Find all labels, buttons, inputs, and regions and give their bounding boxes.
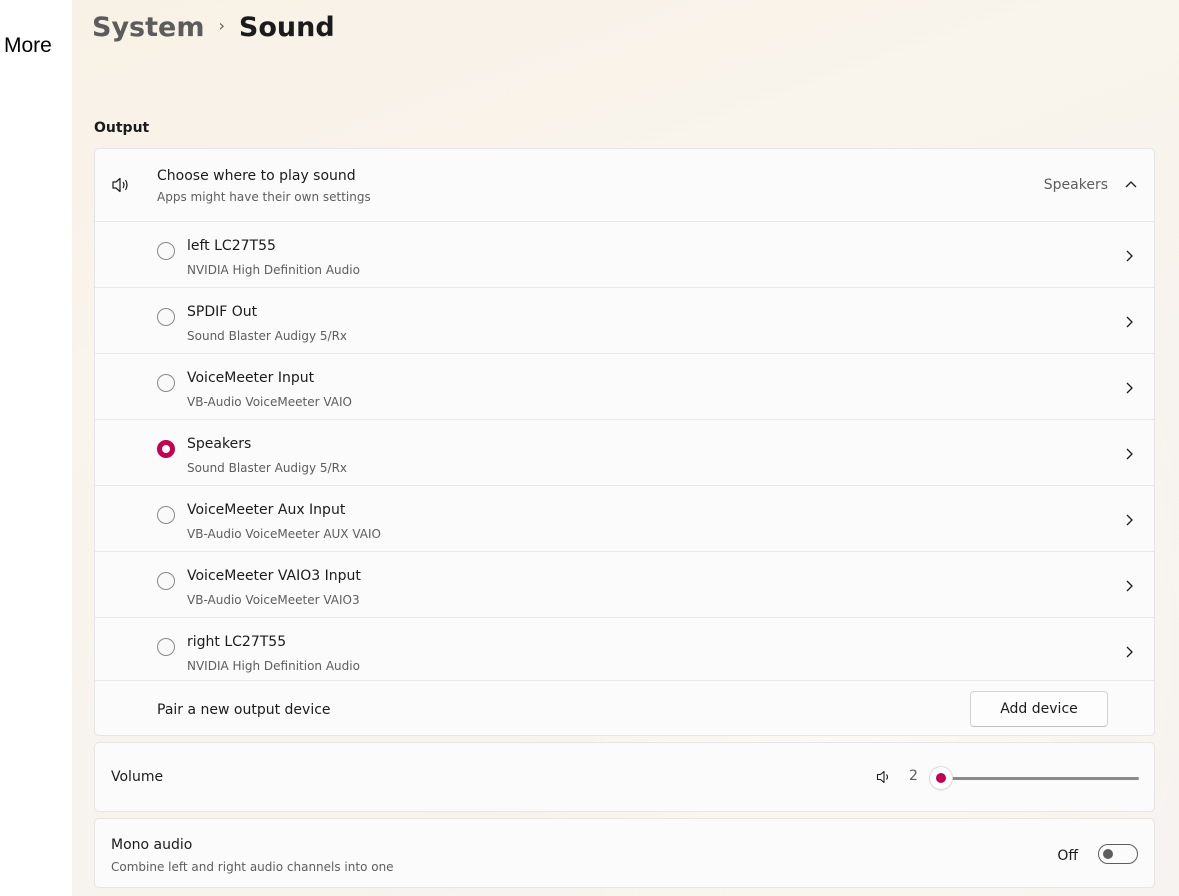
chevron-right-icon[interactable] xyxy=(1124,381,1134,395)
chevron-right-icon[interactable] xyxy=(1124,315,1134,329)
device-radio-button[interactable] xyxy=(157,308,175,326)
choose-output-title: Choose where to play sound xyxy=(157,168,356,184)
chevron-right-icon[interactable] xyxy=(1124,579,1134,593)
device-driver: VB-Audio VoiceMeeter VAIO3 xyxy=(187,593,360,607)
device-name: left LC27T55 xyxy=(187,238,276,254)
mono-audio-subtitle: Combine left and right audio channels in… xyxy=(111,860,394,874)
breadcrumb-separator: › xyxy=(218,16,225,35)
mono-audio-state: Off xyxy=(1057,848,1078,864)
device-radio-button[interactable] xyxy=(157,440,175,458)
device-driver: Sound Blaster Audigy 5/Rx xyxy=(187,461,348,475)
output-device-row[interactable]: VoiceMeeter Aux Input VB-Audio VoiceMeete… xyxy=(95,485,1154,551)
mono-audio-card: Mono audio Combine left and right audio … xyxy=(94,818,1155,888)
choose-output-subtitle: Apps might have their own settings xyxy=(157,190,371,204)
output-device-row[interactable]: SPDIF Out Sound Blaster Audigy 5/Rx xyxy=(95,287,1154,353)
device-name: Speakers xyxy=(187,436,252,452)
device-radio-button[interactable] xyxy=(157,572,175,590)
pair-device-row: Pair a new output device Add device xyxy=(95,680,1154,737)
mono-audio-toggle[interactable] xyxy=(1098,844,1138,864)
chevron-right-icon[interactable] xyxy=(1124,645,1134,659)
device-driver: VB-Audio VoiceMeeter AUX VAIO xyxy=(187,527,381,541)
settings-content: System › Sound Output Choose where to pl… xyxy=(72,0,1179,896)
toggle-knob xyxy=(1103,849,1113,859)
chevron-right-icon[interactable] xyxy=(1124,249,1134,263)
volume-slider-track xyxy=(937,777,1139,780)
volume-slider-thumb[interactable] xyxy=(930,767,953,789)
volume-slider[interactable] xyxy=(927,767,1139,789)
choose-output-row[interactable]: Choose where to play sound Apps might ha… xyxy=(95,149,1154,221)
volume-label: Volume xyxy=(111,769,164,785)
device-driver: NVIDIA High Definition Audio xyxy=(187,263,360,277)
output-section-title: Output xyxy=(94,120,150,136)
output-device-row[interactable]: left LC27T55 NVIDIA High Definition Audio xyxy=(95,221,1154,287)
mono-audio-title: Mono audio xyxy=(111,837,193,853)
output-device-row[interactable]: VoiceMeeter VAIO3 Input VB-Audio VoiceMee… xyxy=(95,551,1154,617)
chevron-up-icon[interactable] xyxy=(1124,179,1138,189)
device-radio-button[interactable] xyxy=(157,506,175,524)
device-name: VoiceMeeter VAIO3 Input xyxy=(187,568,361,584)
device-driver: NVIDIA High Definition Audio xyxy=(187,659,360,673)
navigation-pane: More xyxy=(0,0,72,896)
output-device-row[interactable]: VoiceMeeter Input VB-Audio VoiceMeeter VA… xyxy=(95,353,1154,419)
device-driver: VB-Audio VoiceMeeter VAIO xyxy=(187,395,352,409)
output-device-row[interactable]: right LC27T55 NVIDIA High Definition Audi… xyxy=(95,617,1154,683)
output-device-row[interactable]: Speakers Sound Blaster Audigy 5/Rx xyxy=(95,419,1154,485)
speaker-low-icon[interactable] xyxy=(876,769,892,785)
device-name: VoiceMeeter Input xyxy=(187,370,315,386)
volume-card: Volume 2 xyxy=(94,742,1155,812)
device-radio-button[interactable] xyxy=(157,242,175,260)
device-driver: Sound Blaster Audigy 5/Rx xyxy=(187,329,348,343)
chevron-right-icon[interactable] xyxy=(1124,447,1134,461)
device-radio-button[interactable] xyxy=(157,374,175,392)
chevron-right-icon[interactable] xyxy=(1124,513,1134,527)
device-name: VoiceMeeter Aux Input xyxy=(187,502,346,518)
pair-device-label: Pair a new output device xyxy=(157,702,331,718)
device-name: right LC27T55 xyxy=(187,634,287,650)
output-card: Choose where to play sound Apps might ha… xyxy=(94,148,1155,736)
device-name: SPDIF Out xyxy=(187,304,258,320)
breadcrumb: System › Sound xyxy=(92,12,335,43)
more-label[interactable]: More xyxy=(4,34,52,58)
breadcrumb-system[interactable]: System xyxy=(92,12,204,43)
speaker-icon xyxy=(112,177,128,193)
add-device-button[interactable]: Add device xyxy=(970,691,1108,727)
page-title: Sound xyxy=(238,12,335,43)
device-radio-button[interactable] xyxy=(157,638,175,656)
volume-value: 2 xyxy=(909,768,918,784)
selected-output-device: Speakers xyxy=(1043,177,1108,193)
